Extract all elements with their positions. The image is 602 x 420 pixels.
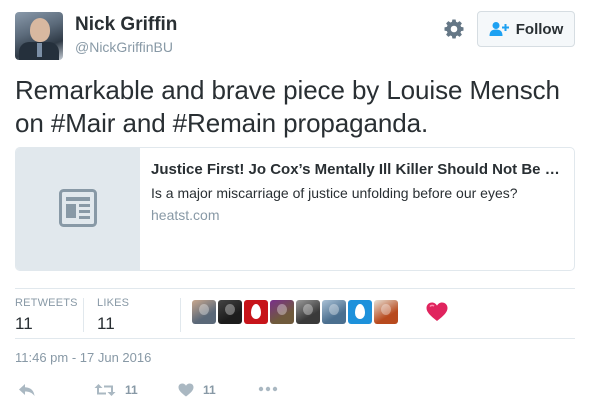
card-description: Is a major miscarriage of justice unfold… (151, 185, 518, 201)
reply-icon (19, 384, 35, 396)
card-domain: heatst.com (151, 207, 220, 223)
timestamp[interactable]: 11:46 pm - 17 Jun 2016 (15, 350, 151, 365)
retweets-label: RETWEETS (15, 297, 78, 309)
like-button[interactable]: 11 (178, 383, 216, 397)
avatar-tie (37, 43, 42, 57)
retweets-count: 11 (15, 314, 33, 333)
stat-separator (83, 298, 84, 332)
avatar[interactable] (15, 12, 63, 60)
display-name[interactable]: Nick Griffin (75, 14, 177, 36)
card-title: Justice First! Jo Cox’s Mentally Ill Kil… (151, 161, 565, 178)
avatar-figure (303, 304, 313, 315)
divider (15, 288, 575, 289)
liker-avatars (192, 300, 398, 324)
stat-separator (180, 298, 181, 332)
avatar-figure (381, 304, 391, 315)
liker-avatar-3[interactable] (244, 300, 268, 324)
liker-avatar-4[interactable] (270, 300, 294, 324)
reply-button[interactable] (18, 383, 36, 397)
card-thumbnail (16, 148, 140, 270)
follow-button[interactable]: Follow (477, 11, 575, 47)
liker-avatar-8[interactable] (374, 300, 398, 324)
heart-icon (426, 302, 448, 321)
heart-outline-icon (178, 383, 194, 397)
liker-avatar-1[interactable] (192, 300, 216, 324)
likes-count: 11 (97, 314, 115, 333)
tweet-text: Remarkable and brave piece by Louise Men… (15, 75, 560, 138)
gear-icon[interactable] (442, 17, 466, 41)
liker-avatar-7[interactable] (348, 300, 372, 324)
avatar-figure (329, 304, 339, 315)
avatar-face (30, 18, 50, 42)
like-count: 11 (203, 383, 216, 397)
tweet-header: Nick Griffin @NickGriffinBU Follow (0, 0, 602, 64)
article-icon (59, 189, 97, 227)
avatar-figure (277, 304, 287, 315)
retweets-stat[interactable]: RETWEETS 11 (15, 297, 78, 334)
liker-avatar-6[interactable] (322, 300, 346, 324)
avatar-figure (225, 304, 235, 315)
egg-icon (251, 304, 261, 319)
link-card[interactable]: Justice First! Jo Cox’s Mentally Ill Kil… (15, 147, 575, 271)
liker-avatar-2[interactable] (218, 300, 242, 324)
follow-label: Follow (515, 20, 564, 38)
likes-stat[interactable]: LIKES 11 (97, 297, 129, 334)
retweet-button[interactable]: 11 (94, 383, 138, 397)
more-icon (258, 386, 278, 392)
retweet-count: 11 (125, 383, 138, 397)
liker-avatar-5[interactable] (296, 300, 320, 324)
egg-icon (355, 304, 365, 319)
divider (15, 338, 575, 339)
add-user-icon (489, 21, 509, 37)
retweet-icon (94, 384, 116, 396)
more-button[interactable] (258, 386, 278, 392)
likes-label: LIKES (97, 297, 130, 309)
screen-name[interactable]: @NickGriffinBU (75, 39, 173, 55)
avatar-figure (199, 304, 209, 315)
